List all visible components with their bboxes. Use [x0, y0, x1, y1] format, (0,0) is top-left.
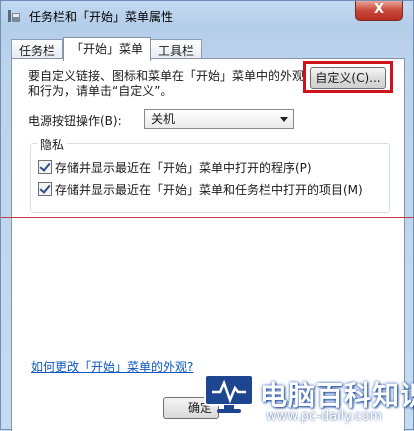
help-link[interactable]: 如何更改「开始」菜单的外观? — [31, 358, 193, 375]
customize-description: 要自定义链接、图标和菜单在「开始」菜单中的外观和行为，请单击“自定义”。 — [28, 69, 305, 98]
red-highlight-box — [303, 61, 393, 93]
title-bar[interactable]: 任务栏和「开始」菜单属性 X — [1, 1, 413, 31]
privacy-title: 隐私 — [37, 136, 68, 153]
recent-items-checkbox[interactable] — [38, 182, 52, 196]
taskbar-app-icon — [8, 10, 20, 22]
chevron-down-icon — [280, 117, 288, 122]
power-select-value: 关机 — [151, 112, 176, 126]
recent-items-option[interactable]: 存储并显示最近在「开始」菜单和任务栏中打开的项目(M) — [38, 181, 363, 198]
privacy-group: 隐私 存储并显示最近在「开始」菜单中打开的程序(P) 存储并显示最近在「开始」菜… — [30, 136, 390, 213]
tab-start-menu[interactable]: 「开始」菜单 — [63, 37, 152, 61]
red-annotation-line — [1, 217, 414, 218]
recent-programs-option[interactable]: 存储并显示最近在「开始」菜单中打开的程序(P) — [38, 159, 312, 176]
recent-programs-label: 存储并显示最近在「开始」菜单中打开的程序(P) — [55, 161, 312, 175]
recent-items-label: 存储并显示最近在「开始」菜单和任务栏中打开的项目(M) — [55, 183, 363, 197]
watermark-title: 电脑百科知识 — [260, 381, 414, 412]
monitor-logo-icon — [204, 374, 254, 413]
tab-taskbar[interactable]: 任务栏 — [11, 39, 64, 59]
window-title: 任务栏和「开始」菜单属性 — [29, 10, 174, 24]
recent-programs-checkbox[interactable] — [38, 160, 52, 174]
power-button-select[interactable]: 关机 — [144, 109, 294, 129]
power-button-label: 电源按钮操作(B): — [28, 114, 122, 128]
watermark: 电脑百科知识 www.pc-daily.com — [200, 360, 414, 430]
close-icon: X — [373, 2, 385, 17]
watermark-url: www.pc-daily.com — [266, 409, 383, 424]
close-button[interactable]: X — [355, 1, 403, 21]
tab-toolbars[interactable]: 工具栏 — [150, 39, 203, 59]
